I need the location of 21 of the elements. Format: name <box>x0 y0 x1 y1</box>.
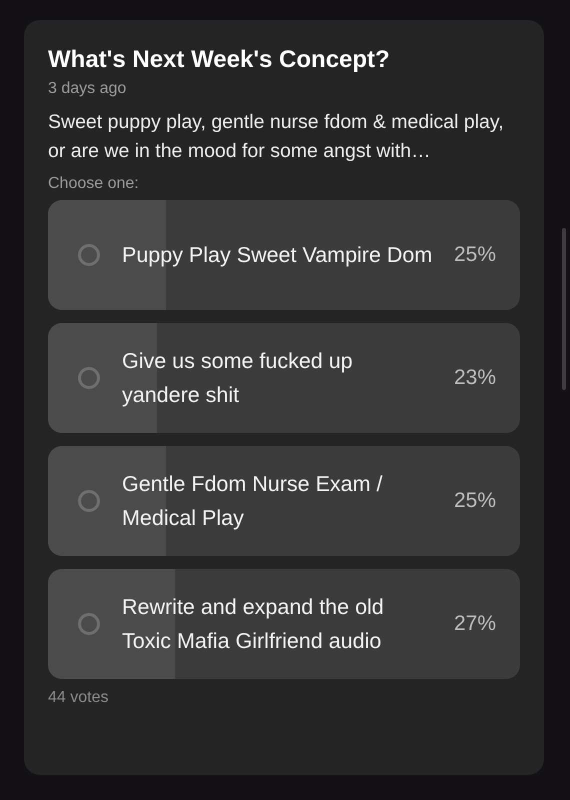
poll-option[interactable]: Give us some fucked up yandere shit 23% <box>48 323 520 433</box>
poll-option[interactable]: Gentle Fdom Nurse Exam / Medical Play 25% <box>48 446 520 556</box>
vote-percent: 25% <box>454 489 496 513</box>
option-label: Give us some fucked up yandere shit <box>122 348 354 409</box>
vote-count: 44 votes <box>48 689 110 707</box>
radio-button[interactable] <box>78 244 100 266</box>
radio-button[interactable] <box>78 613 100 635</box>
vote-percent: 27% <box>454 612 496 636</box>
option-label: Puppy Play Sweet Vampire Dom <box>122 242 434 269</box>
radio-button[interactable] <box>78 367 100 389</box>
vote-percent: 23% <box>454 366 496 390</box>
option-label: Gentle Fdom Nurse Exam / Medical Play <box>122 471 384 532</box>
poll-description: Sweet puppy play, gentle nurse fdom & medical play, or are we in the mood for some angst with… <box>48 110 505 164</box>
poll-option[interactable]: Rewrite and expand the old Toxic Mafia Girlfriend audio 27% <box>48 569 520 679</box>
poll-prompt: Choose one: <box>48 174 140 194</box>
poll-title: What's Next Week's Concept? <box>48 45 391 75</box>
vote-percent: 25% <box>454 243 496 267</box>
poll-option[interactable]: Puppy Play Sweet Vampire Dom 25% <box>48 200 520 310</box>
option-label: Rewrite and expand the old Toxic Mafia Girlfriend audio <box>122 594 385 655</box>
radio-button[interactable] <box>78 490 100 512</box>
post-time: 3 days ago <box>48 79 128 99</box>
